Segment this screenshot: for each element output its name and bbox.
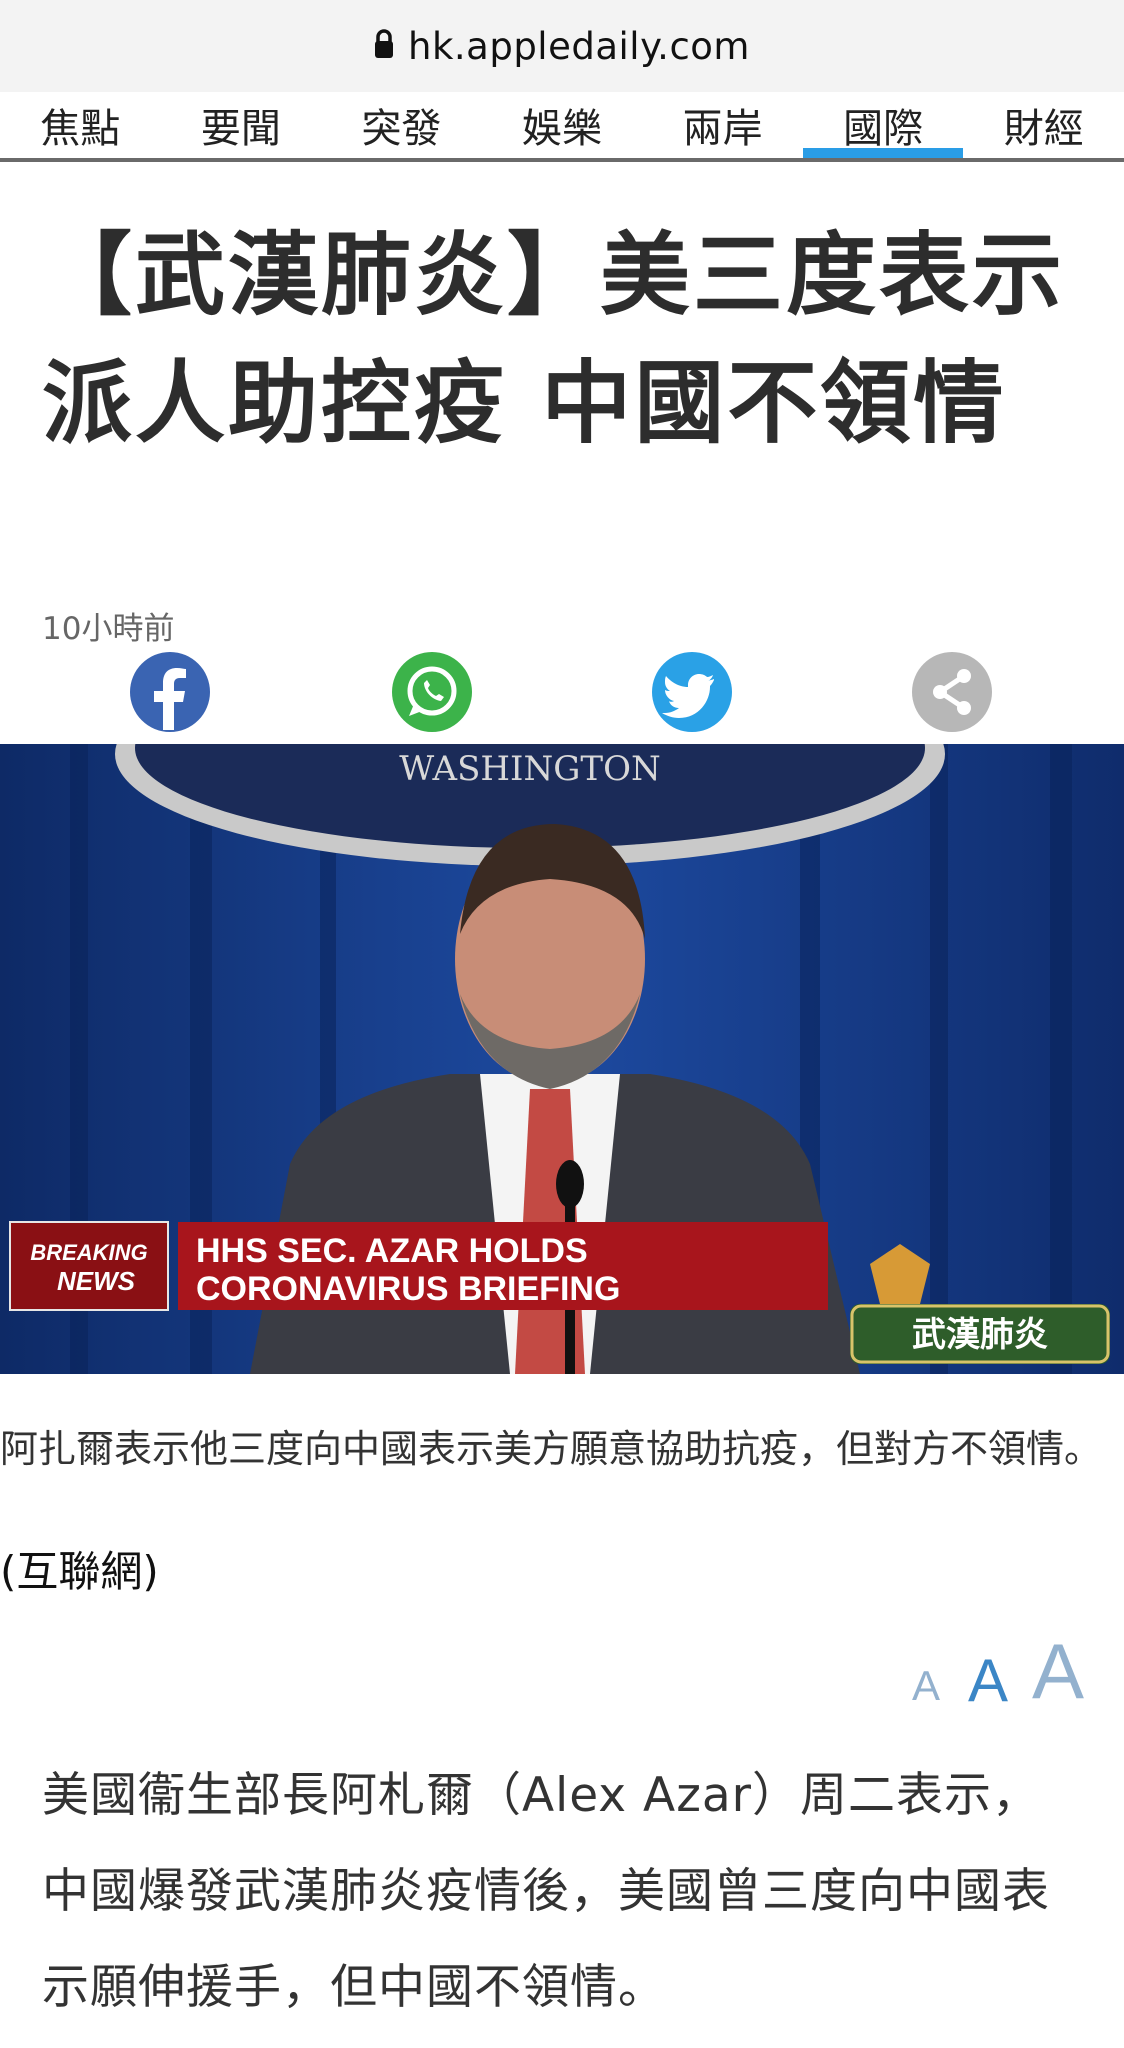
tab-entertainment[interactable]: 娛樂 (482, 92, 643, 158)
lock-icon (375, 29, 394, 58)
category-nav: 焦點 要聞 突發 娛樂 兩岸 國際 財經 (0, 92, 1124, 162)
address-bar[interactable]: hk.appledaily.com (0, 0, 1124, 92)
twitter-icon (662, 674, 714, 718)
share-facebook-button[interactable] (130, 652, 210, 732)
chyron-line-2: CORONAVIRUS BRIEFING (196, 1270, 620, 1308)
tab-international[interactable]: 國際 (802, 92, 964, 158)
press-briefing-image: WASHINGTON BREAKING NEWS HHS SEC. AZAR H… (0, 744, 1124, 1374)
tab-label: 娛樂 (522, 106, 603, 152)
article-photo[interactable]: WASHINGTON BREAKING NEWS HHS SEC. AZAR H… (0, 744, 1124, 1374)
whatsapp-icon (407, 666, 457, 716)
font-size-large-button[interactable]: A (1032, 1626, 1084, 1717)
article-body: 美國衞生部長阿札爾（Alex Azar）周二表示，中國爆發武漢肺炎疫情後，美國曾… (42, 1768, 1050, 2015)
tab-label: 要聞 (200, 106, 281, 152)
share-whatsapp-button[interactable] (392, 652, 472, 732)
font-size-small-button[interactable]: A (912, 1662, 940, 1710)
news-label: NEWS (57, 1266, 136, 1296)
article-headline: 【武漢肺炎】美三度表示派人助控疫 中國不領情 (42, 223, 1065, 456)
tab-label: 突發 (361, 106, 442, 152)
share-icon (933, 669, 971, 715)
facebook-icon (154, 668, 186, 730)
share-more-button[interactable] (912, 652, 992, 732)
chyron-line-1: HHS SEC. AZAR HOLDS (196, 1232, 588, 1270)
photo-caption: 阿扎爾表示他三度向中國表示美方願意協助抗疫，但對方不領情。 (0, 1427, 1103, 1471)
tab-cross-strait[interactable]: 兩岸 (642, 92, 803, 158)
tab-headlines[interactable]: 要聞 (161, 92, 322, 158)
tab-label: 國際 (843, 106, 924, 152)
url-text: hk.appledaily.com (408, 24, 750, 68)
share-twitter-button[interactable] (652, 652, 732, 732)
tab-label: 財經 (1003, 106, 1084, 152)
tab-focus[interactable]: 焦點 (0, 92, 161, 158)
seal-text: WASHINGTON (399, 749, 660, 789)
tab-breaking[interactable]: 突發 (321, 92, 482, 158)
font-size-medium-button[interactable]: A (968, 1646, 1008, 1715)
tab-finance[interactable]: 財經 (963, 92, 1124, 158)
photo-credit: (互聯網) (0, 1547, 159, 1596)
breaking-label: BREAKING (30, 1240, 147, 1265)
badge-text: 武漢肺炎 (912, 1315, 1048, 1355)
tab-label: 焦點 (40, 106, 121, 152)
tab-label: 兩岸 (682, 106, 763, 152)
article-timestamp: 10小時前 (42, 611, 175, 647)
